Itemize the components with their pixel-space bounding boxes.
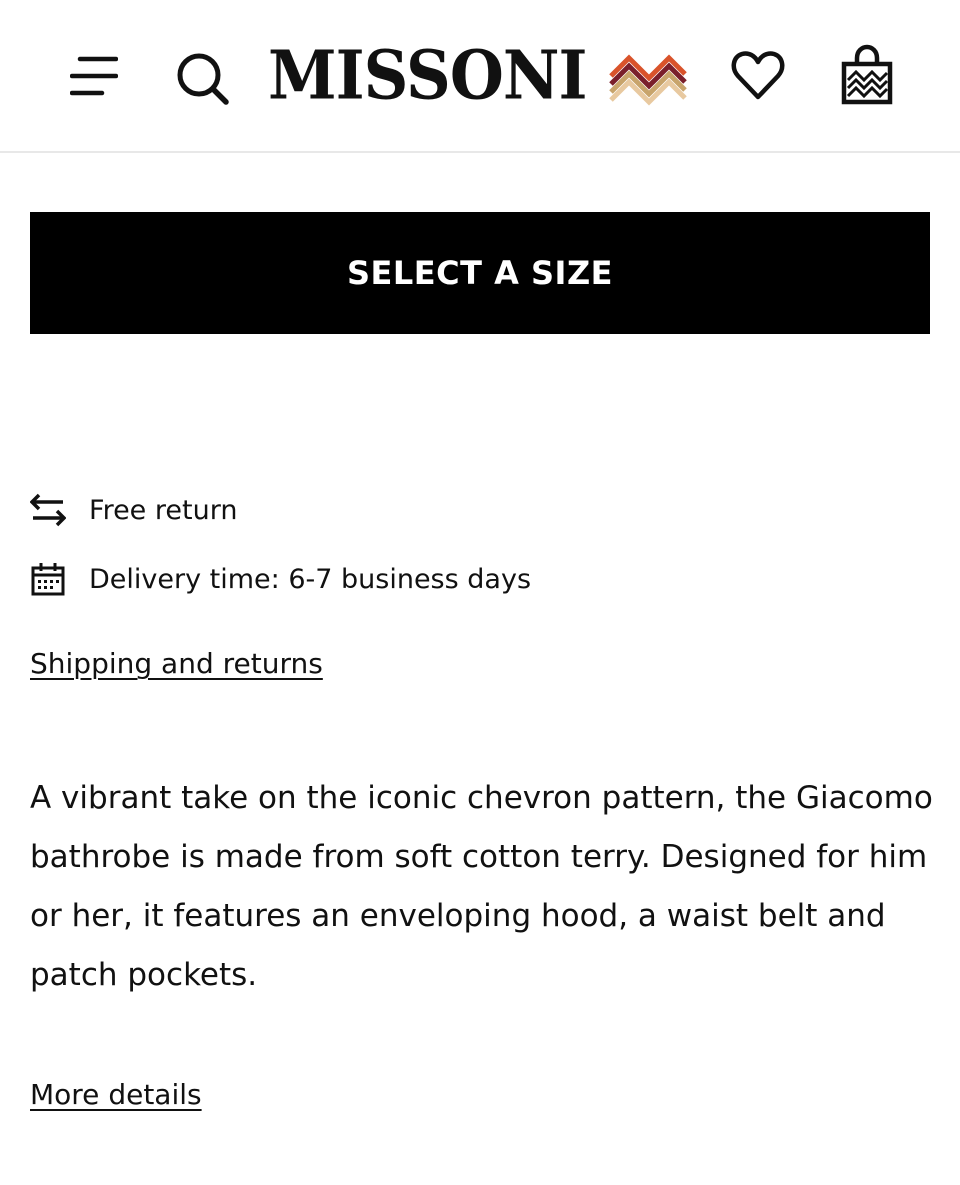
more-details-link[interactable]: More details [30,1078,202,1111]
menu-button[interactable] [69,53,119,99]
search-button[interactable] [174,50,230,106]
wishlist-button[interactable] [730,48,786,104]
site-header: MISSONI [0,0,960,153]
shopping-bag-icon [841,44,893,105]
search-icon [177,53,229,105]
calendar-icon [31,563,65,596]
chevron-logo-icon [608,54,687,106]
shopping-bag-button[interactable] [840,44,894,106]
arrows-swap-icon [30,493,66,527]
delivery-time-text: Delivery time: 6-7 business days [89,563,532,595]
free-return-row: Free return [30,488,237,532]
brand-logo[interactable]: MISSONI [268,36,687,116]
product-description: A vibrant take on the iconic chevron pat… [30,780,933,993]
menu-icon [69,56,119,96]
delivery-time-row: Delivery time: 6-7 business days [30,557,531,601]
shipping-and-returns-link[interactable]: Shipping and returns [30,647,323,680]
heart-icon [731,51,785,100]
free-return-text: Free return [89,494,238,526]
brand-wordmark: MISSONI [268,36,587,115]
select-size-button[interactable]: SELECT A SIZE [30,212,930,334]
